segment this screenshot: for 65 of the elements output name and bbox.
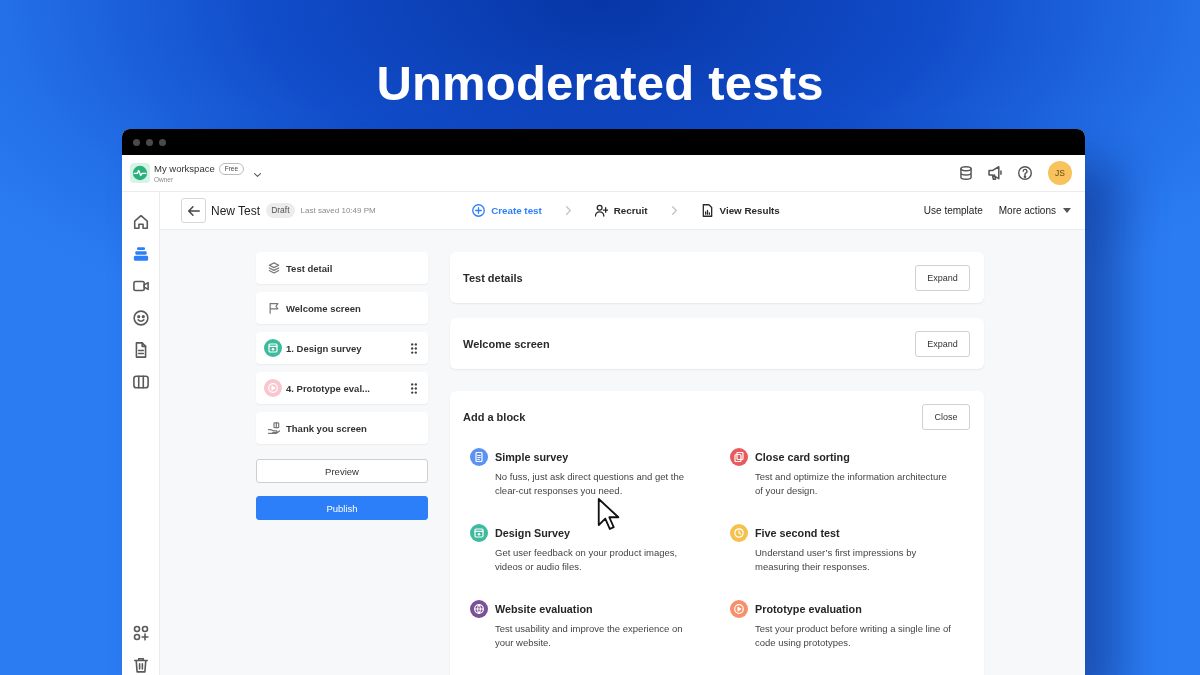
trash-icon[interactable] — [132, 657, 149, 673]
apps-add-icon[interactable] — [132, 625, 149, 641]
step-tab[interactable]: View Results — [700, 204, 780, 217]
block-description: Test your product before writing a single line of code using prototypes. — [755, 622, 952, 650]
outline-item[interactable]: Thank you screen — [256, 412, 428, 444]
cards-icon[interactable] — [730, 448, 748, 466]
document-chart-icon — [700, 204, 714, 217]
columns-icon[interactable] — [132, 374, 149, 390]
hand-icon — [268, 422, 280, 434]
chevron-right-icon — [565, 206, 571, 215]
panel-title: Add a block — [463, 411, 526, 423]
save-status: Last saved 10:49 PM — [300, 206, 376, 215]
headline: Unmoderated tests — [376, 58, 824, 108]
document-icon[interactable] — [470, 448, 488, 466]
video-icon[interactable] — [132, 278, 149, 294]
database-icon[interactable] — [960, 166, 972, 180]
caret-icon — [1063, 208, 1071, 213]
plus-circle-icon — [472, 204, 486, 217]
layers-icon[interactable] — [132, 246, 149, 262]
block-title[interactable]: Design Survey — [495, 527, 570, 539]
logo-icon — [130, 163, 150, 183]
block-title[interactable]: Five second test — [755, 527, 840, 539]
cursor-icon — [597, 498, 620, 530]
section-title: Test details — [463, 271, 523, 284]
megaphone-icon[interactable] — [988, 166, 1002, 180]
chevron-down-icon[interactable] — [254, 173, 262, 177]
outline-item[interactable]: Welcome screen — [256, 292, 428, 324]
outline-item[interactable]: 1. Design survey — [256, 332, 428, 364]
home-icon[interactable] — [132, 214, 149, 230]
drag-handle-icon[interactable] — [411, 382, 417, 394]
section-title: Welcome screen — [463, 337, 550, 350]
workspace-name: My workspace — [154, 162, 215, 175]
user-plus-icon — [594, 204, 608, 217]
block-description: No fuss, just ask direct questions and get the clear-cut responses you need. — [495, 470, 686, 498]
flag-icon — [268, 302, 280, 314]
step-tab[interactable]: Recruit — [594, 204, 648, 217]
expand-button[interactable]: Expand — [915, 330, 970, 357]
chevron-right-icon — [671, 206, 677, 215]
block-description: Get user feedback on your product images, videos or audio files. — [495, 546, 679, 574]
actions-menu[interactable]: More actions — [998, 205, 1071, 216]
globe-icon[interactable] — [470, 600, 488, 618]
back-button[interactable] — [181, 198, 206, 223]
drag-handle-icon[interactable] — [411, 342, 417, 354]
outline-item[interactable]: Test detail — [256, 252, 428, 284]
arrow-left-icon — [187, 205, 200, 216]
block-title[interactable]: Close card sorting — [755, 451, 850, 463]
outline-item[interactable]: 4. Prototype eval... — [256, 372, 428, 404]
template-link[interactable]: Use template — [923, 205, 983, 216]
block-description: Test and optimize the information architecture of your design. — [755, 470, 948, 498]
preview-button[interactable]: Preview — [256, 459, 428, 483]
publish-button[interactable]: Publish — [256, 496, 428, 520]
user-avatar[interactable]: JS — [1048, 161, 1072, 185]
block-title[interactable]: Simple survey — [495, 451, 569, 463]
block-description: Test usability and improve the experience on your website. — [495, 622, 684, 650]
block-title[interactable]: Website evaluation — [495, 603, 593, 615]
block-title[interactable]: Prototype evaluation — [755, 603, 862, 615]
help-icon[interactable] — [1018, 166, 1032, 180]
test-title: New Test — [211, 203, 261, 218]
close-button[interactable]: Close — [922, 404, 970, 430]
expand-button[interactable]: Expand — [915, 264, 970, 291]
smiley-icon[interactable] — [132, 310, 149, 326]
status-badge: Draft — [266, 203, 295, 218]
block-description: Understand user’s first impressions by measuring their responses. — [755, 546, 918, 574]
step-tab[interactable]: Create test — [472, 204, 542, 217]
layers-icon — [268, 262, 280, 274]
